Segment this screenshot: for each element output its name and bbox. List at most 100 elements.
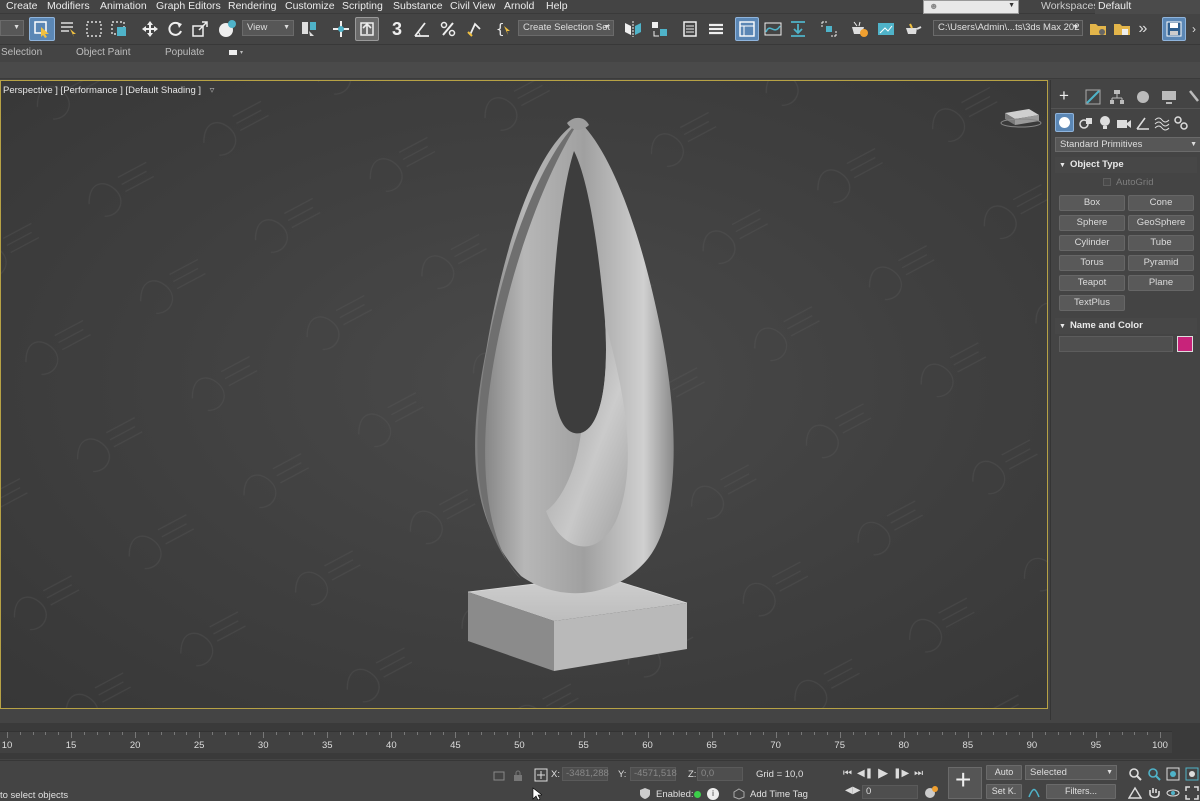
curve-editor-button[interactable]: [762, 17, 784, 41]
geosphere-button[interactable]: GeoSphere: [1128, 215, 1194, 231]
toggle-ribbon-button[interactable]: [735, 17, 759, 41]
sign-in-dropdown[interactable]: ☻ ▼: [923, 0, 1019, 14]
mirror-button[interactable]: [621, 17, 645, 41]
render-production-button[interactable]: [900, 17, 924, 41]
object-name-input[interactable]: [1059, 336, 1173, 352]
angle-snap-button[interactable]: [411, 17, 433, 41]
rendered-frame-window-button[interactable]: [874, 17, 898, 41]
toolbar-scroll-button[interactable]: ›: [1188, 17, 1200, 41]
workspace-dropdown[interactable]: Default: [1095, 0, 1200, 14]
move-button[interactable]: [139, 17, 161, 41]
sphere-button[interactable]: Sphere: [1059, 215, 1125, 231]
set-key-mode-button[interactable]: Set K.: [986, 784, 1022, 799]
box-button[interactable]: Box: [1059, 195, 1125, 211]
pyramid-button[interactable]: Pyramid: [1128, 255, 1194, 271]
isolate-selection-icon[interactable]: [493, 770, 507, 782]
scale-button[interactable]: [189, 17, 211, 41]
geometry-category-button[interactable]: [1055, 113, 1074, 132]
primitive-category-dropdown[interactable]: Standard Primitives ▼: [1055, 137, 1200, 152]
keyboard-shortcut-override-button[interactable]: [355, 17, 379, 41]
field-of-view-icon[interactable]: [1128, 786, 1142, 800]
go-to-start-icon[interactable]: ⏮: [843, 768, 852, 779]
hierarchy-tab-icon[interactable]: [1109, 89, 1125, 105]
render-setup-button[interactable]: [847, 17, 871, 41]
cameras-category-icon[interactable]: [1116, 115, 1132, 131]
save-file-button[interactable]: [1162, 17, 1186, 41]
ribbon-tab-selection[interactable]: Selection: [1, 47, 42, 58]
project-settings-button[interactable]: [1087, 17, 1109, 41]
edit-named-selection-button[interactable]: {: [493, 17, 515, 41]
auto-key-button[interactable]: Auto: [986, 765, 1022, 780]
key-mode-icon[interactable]: ◀▶: [845, 785, 860, 796]
zoom-extents-all-icon[interactable]: [1185, 767, 1199, 781]
display-tab-icon[interactable]: [1161, 89, 1177, 105]
menu-help[interactable]: Help: [546, 0, 568, 13]
scene-explorer-button[interactable]: [679, 17, 701, 41]
project-folder-button[interactable]: [1111, 17, 1133, 41]
select-manipulate-button[interactable]: [330, 17, 352, 41]
y-coordinate-field[interactable]: -4571,518: [630, 767, 677, 781]
ribbon-options-button[interactable]: [228, 49, 244, 57]
window-crossing-button[interactable]: [108, 17, 130, 41]
systems-category-icon[interactable]: [1173, 115, 1189, 131]
modify-tab-icon[interactable]: [1085, 89, 1101, 105]
menu-scripting[interactable]: Scripting: [342, 0, 383, 13]
info-icon[interactable]: i: [707, 788, 719, 800]
x-coordinate-field[interactable]: -3481,288: [562, 767, 609, 781]
add-time-tag-button[interactable]: Add Time Tag: [750, 789, 808, 800]
key-tangent-icon[interactable]: [1027, 785, 1041, 799]
percent-snap-button[interactable]: [437, 17, 459, 41]
time-config-icon[interactable]: [924, 785, 938, 799]
previous-frame-icon[interactable]: ◀❚: [857, 768, 873, 779]
motion-tab-icon[interactable]: [1135, 89, 1151, 105]
absolute-mode-icon[interactable]: [534, 768, 548, 782]
align-button[interactable]: [648, 17, 672, 41]
lights-category-icon[interactable]: [1097, 115, 1113, 131]
menu-animation[interactable]: Animation: [100, 0, 147, 13]
key-filter-dropdown[interactable]: Selected ▼: [1025, 765, 1117, 780]
pan-hand-icon[interactable]: [1147, 786, 1161, 800]
menu-arnold[interactable]: Arnold: [504, 0, 534, 13]
toolbar-overflow-button[interactable]: »: [1135, 17, 1151, 41]
menu-civil-view[interactable]: Civil View: [450, 0, 495, 13]
orbit-icon[interactable]: [1166, 786, 1180, 800]
object-color-swatch[interactable]: [1177, 336, 1193, 352]
utilities-tab-icon[interactable]: [1187, 89, 1200, 105]
pivot-point-button[interactable]: [298, 17, 322, 41]
spinner-snap-button[interactable]: [463, 17, 485, 41]
torus-button[interactable]: Torus: [1059, 255, 1125, 271]
rectangular-selection-button[interactable]: [83, 17, 105, 41]
menu-substance[interactable]: Substance: [393, 0, 443, 13]
rotate-button[interactable]: [164, 17, 186, 41]
menu-rendering[interactable]: Rendering: [228, 0, 276, 13]
layer-explorer-button[interactable]: [705, 17, 727, 41]
place-button[interactable]: [215, 17, 239, 41]
menu-create[interactable]: Create: [6, 0, 38, 13]
autogrid-checkbox[interactable]: [1103, 178, 1111, 186]
set-key-button[interactable]: +: [948, 764, 982, 799]
selection-filter-dropdown[interactable]: ▼: [0, 20, 24, 36]
plane-button[interactable]: Plane: [1128, 275, 1194, 291]
menu-graph-editors[interactable]: Graph Editors: [156, 0, 221, 13]
menu-customize[interactable]: Customize: [285, 0, 335, 13]
project-folder-dropdown[interactable]: C:\Users\Admin\...ts\3ds Max 202 ▼: [933, 20, 1083, 36]
ribbon-tab-object-paint[interactable]: Object Paint: [76, 47, 130, 58]
play-icon[interactable]: ▶: [878, 765, 888, 781]
track-bar[interactable]: 10 15 20 25 30 35 40 45 50 55 60 65 70 75 80 85 90 95 100: [0, 731, 1172, 753]
shapes-category-icon[interactable]: [1078, 115, 1094, 131]
select-object-button[interactable]: [29, 17, 55, 41]
zoom-all-icon[interactable]: [1147, 767, 1161, 781]
viewport-label-menu[interactable]: Perspective ] [Performance ] [Default Sh…: [3, 85, 214, 96]
tube-button[interactable]: Tube: [1128, 235, 1194, 251]
reference-coordinate-dropdown[interactable]: View ▼: [242, 20, 294, 36]
next-frame-icon[interactable]: ❚▶: [893, 768, 909, 779]
zoom-extents-icon[interactable]: [1166, 767, 1180, 781]
name-color-rollout-header[interactable]: ▼ Name and Color: [1055, 318, 1197, 334]
helpers-category-icon[interactable]: [1135, 115, 1151, 131]
create-tab-icon[interactable]: +: [1059, 86, 1069, 106]
textplus-button[interactable]: TextPlus: [1059, 295, 1125, 311]
go-to-end-icon[interactable]: ⏭: [914, 768, 923, 779]
named-selection-sets-dropdown[interactable]: Create Selection Set ▼: [518, 20, 614, 36]
perspective-viewport[interactable]: Perspective ] [Performance ] [Default Sh…: [0, 80, 1048, 709]
menu-modifiers[interactable]: Modifiers: [47, 0, 90, 13]
